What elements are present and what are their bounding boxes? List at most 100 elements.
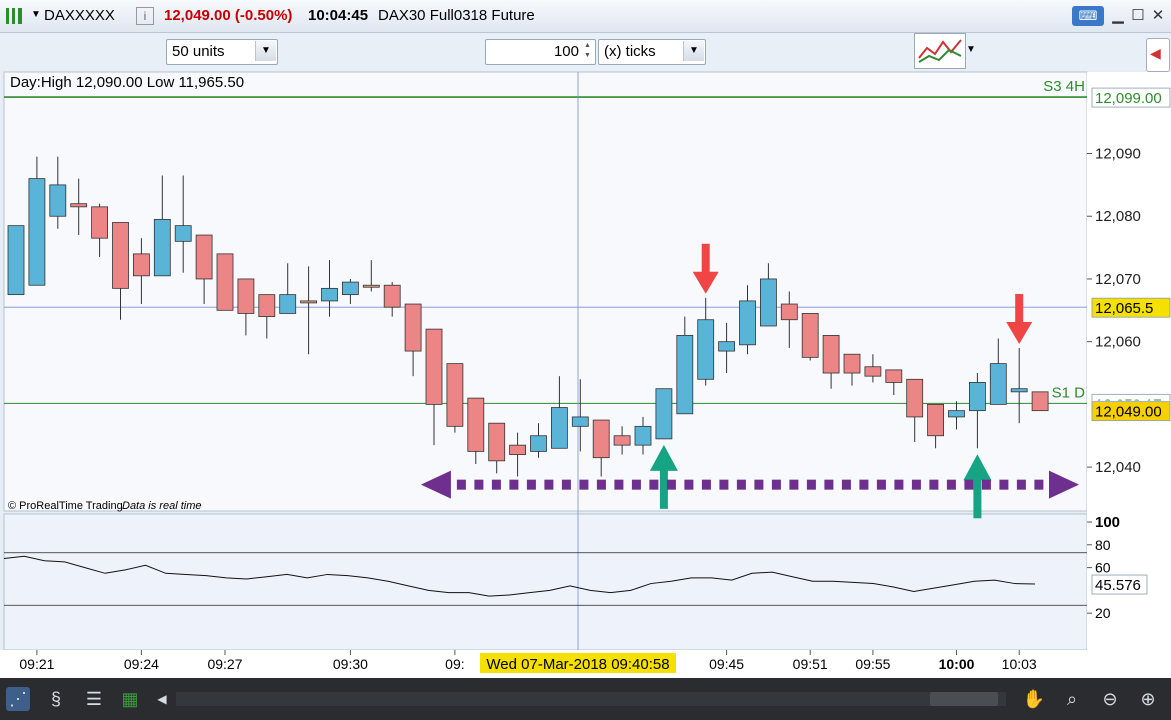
range-arrow-dot <box>579 479 589 490</box>
candle-body <box>195 234 213 280</box>
range-arrow-dot <box>964 479 974 490</box>
price-tick-label: 12,080 <box>1095 208 1141 225</box>
oscillator-value: 45.576 <box>1095 577 1141 594</box>
range-arrow-dot <box>684 479 694 490</box>
range-arrow-dot <box>596 479 606 490</box>
price-tick-label: 12,060 <box>1095 334 1141 351</box>
candle-body <box>258 294 276 317</box>
credit-text: © ProRealTime Trading <box>8 500 123 512</box>
time-tick-label: 09: <box>445 656 464 672</box>
range-arrow-dot <box>614 479 624 490</box>
candle-body <box>571 416 589 427</box>
candle-body <box>509 444 527 455</box>
candle-body <box>404 303 422 352</box>
range-arrow-dot <box>911 479 921 490</box>
range-arrow-dot <box>806 479 816 490</box>
range-arrow-dot <box>929 479 939 490</box>
grid-icon[interactable]: ▦ <box>118 687 142 711</box>
range-arrow-dot <box>981 479 991 490</box>
candle-body <box>425 328 443 405</box>
buy-arrow-icon <box>973 478 982 519</box>
candle-body <box>697 319 715 380</box>
candle-body <box>132 253 150 277</box>
crosshair-price-box-text: 12,065.5 <box>1095 300 1153 317</box>
last-price-box-text: 12,049.00 <box>1095 404 1162 421</box>
range-arrow-dot <box>491 479 501 490</box>
oscillator-tick-label: 80 <box>1095 537 1111 553</box>
candle-body <box>948 410 965 418</box>
list-icon[interactable]: ☰ <box>82 687 106 711</box>
candle-body <box>1010 388 1028 393</box>
level-price-box-text: 12,099.00 <box>1095 90 1162 107</box>
sell-arrow-icon <box>1015 293 1024 324</box>
time-tick-label: 09:24 <box>124 656 159 672</box>
candle-body <box>279 294 297 314</box>
candle-body <box>592 419 610 459</box>
range-arrow-dot <box>649 479 659 490</box>
chart-canvas[interactable]: S3 4H S1 D 12,090 12,080 12,070 12,060 12,040… <box>0 0 1171 720</box>
scroll-left-icon[interactable]: ◀ <box>150 687 174 711</box>
candle-body <box>739 300 756 346</box>
candle-body <box>885 369 903 383</box>
candle-body <box>655 388 673 440</box>
share-icon[interactable]: ⋰ <box>6 687 30 711</box>
candle-body <box>383 284 401 308</box>
indicator-icon[interactable]: § <box>44 687 68 711</box>
credit-note: Data is real time <box>122 500 201 512</box>
candle-body <box>216 253 234 311</box>
range-arrow-dot <box>824 479 834 490</box>
candle-body <box>760 278 777 327</box>
candle-body <box>634 425 652 446</box>
candle-body <box>843 353 861 374</box>
scrollbar-track[interactable] <box>176 692 1006 706</box>
oscillator-panel-bg[interactable] <box>3 513 1088 651</box>
candle-body <box>341 281 359 296</box>
oscillator-tick-label: 20 <box>1095 605 1111 621</box>
buy-arrow-icon <box>659 468 668 509</box>
time-tick-label: 09:55 <box>855 656 890 672</box>
price-tick-label: 12,090 <box>1095 146 1141 163</box>
range-arrow-dot <box>754 479 764 490</box>
candle-body <box>300 300 318 304</box>
range-arrow-dot <box>859 479 869 490</box>
range-arrow-dot <box>736 479 746 490</box>
candle-body <box>1031 391 1049 412</box>
candle-body <box>864 366 882 377</box>
candle-body <box>927 403 944 437</box>
candle-body <box>718 341 735 352</box>
range-arrow-dot <box>1016 479 1026 490</box>
time-tick-label: 09:45 <box>709 656 744 672</box>
range-arrow-dot <box>771 479 781 490</box>
zoom-in-icon[interactable]: ⊕ <box>1136 687 1160 711</box>
zoom-out-icon[interactable]: ⊖ <box>1098 687 1122 711</box>
candle-body <box>906 378 924 418</box>
time-tick-label: 09:51 <box>793 656 828 672</box>
candle-body <box>153 218 171 277</box>
status-bar: ⋰ § ☰ ▦ ◀ ✋ ⌕ ⊖ ⊕ <box>0 678 1171 720</box>
candle-body <box>551 407 568 449</box>
candle-body <box>174 225 192 242</box>
time-tick-label: 09:21 <box>19 656 54 672</box>
candle-body <box>822 334 840 374</box>
candle-body <box>989 363 1007 405</box>
sell-arrow-icon <box>701 243 710 274</box>
range-arrow-dot <box>666 479 676 490</box>
range-arrow-dot <box>526 479 536 490</box>
oscillator-tick-label: 100 <box>1095 514 1120 531</box>
range-arrow-dot <box>509 479 519 490</box>
time-tick-label: 10:00 <box>939 656 975 672</box>
hand-icon[interactable]: ✋ <box>1022 687 1046 711</box>
candle-body <box>780 303 798 321</box>
range-arrow-dot <box>701 479 711 490</box>
range-arrow-dot <box>789 479 799 490</box>
range-arrow-dot <box>719 479 729 490</box>
candle-body <box>488 422 506 462</box>
candle-body <box>91 206 108 239</box>
candle-body <box>613 435 631 446</box>
scrollbar-thumb[interactable] <box>930 692 998 706</box>
time-tick-label: 10:03 <box>1002 656 1037 672</box>
candle-body <box>801 313 819 358</box>
range-arrow-dot <box>876 479 886 490</box>
zoom-area-icon[interactable]: ⌕ <box>1060 687 1084 711</box>
range-arrow-dot <box>1034 479 1044 490</box>
